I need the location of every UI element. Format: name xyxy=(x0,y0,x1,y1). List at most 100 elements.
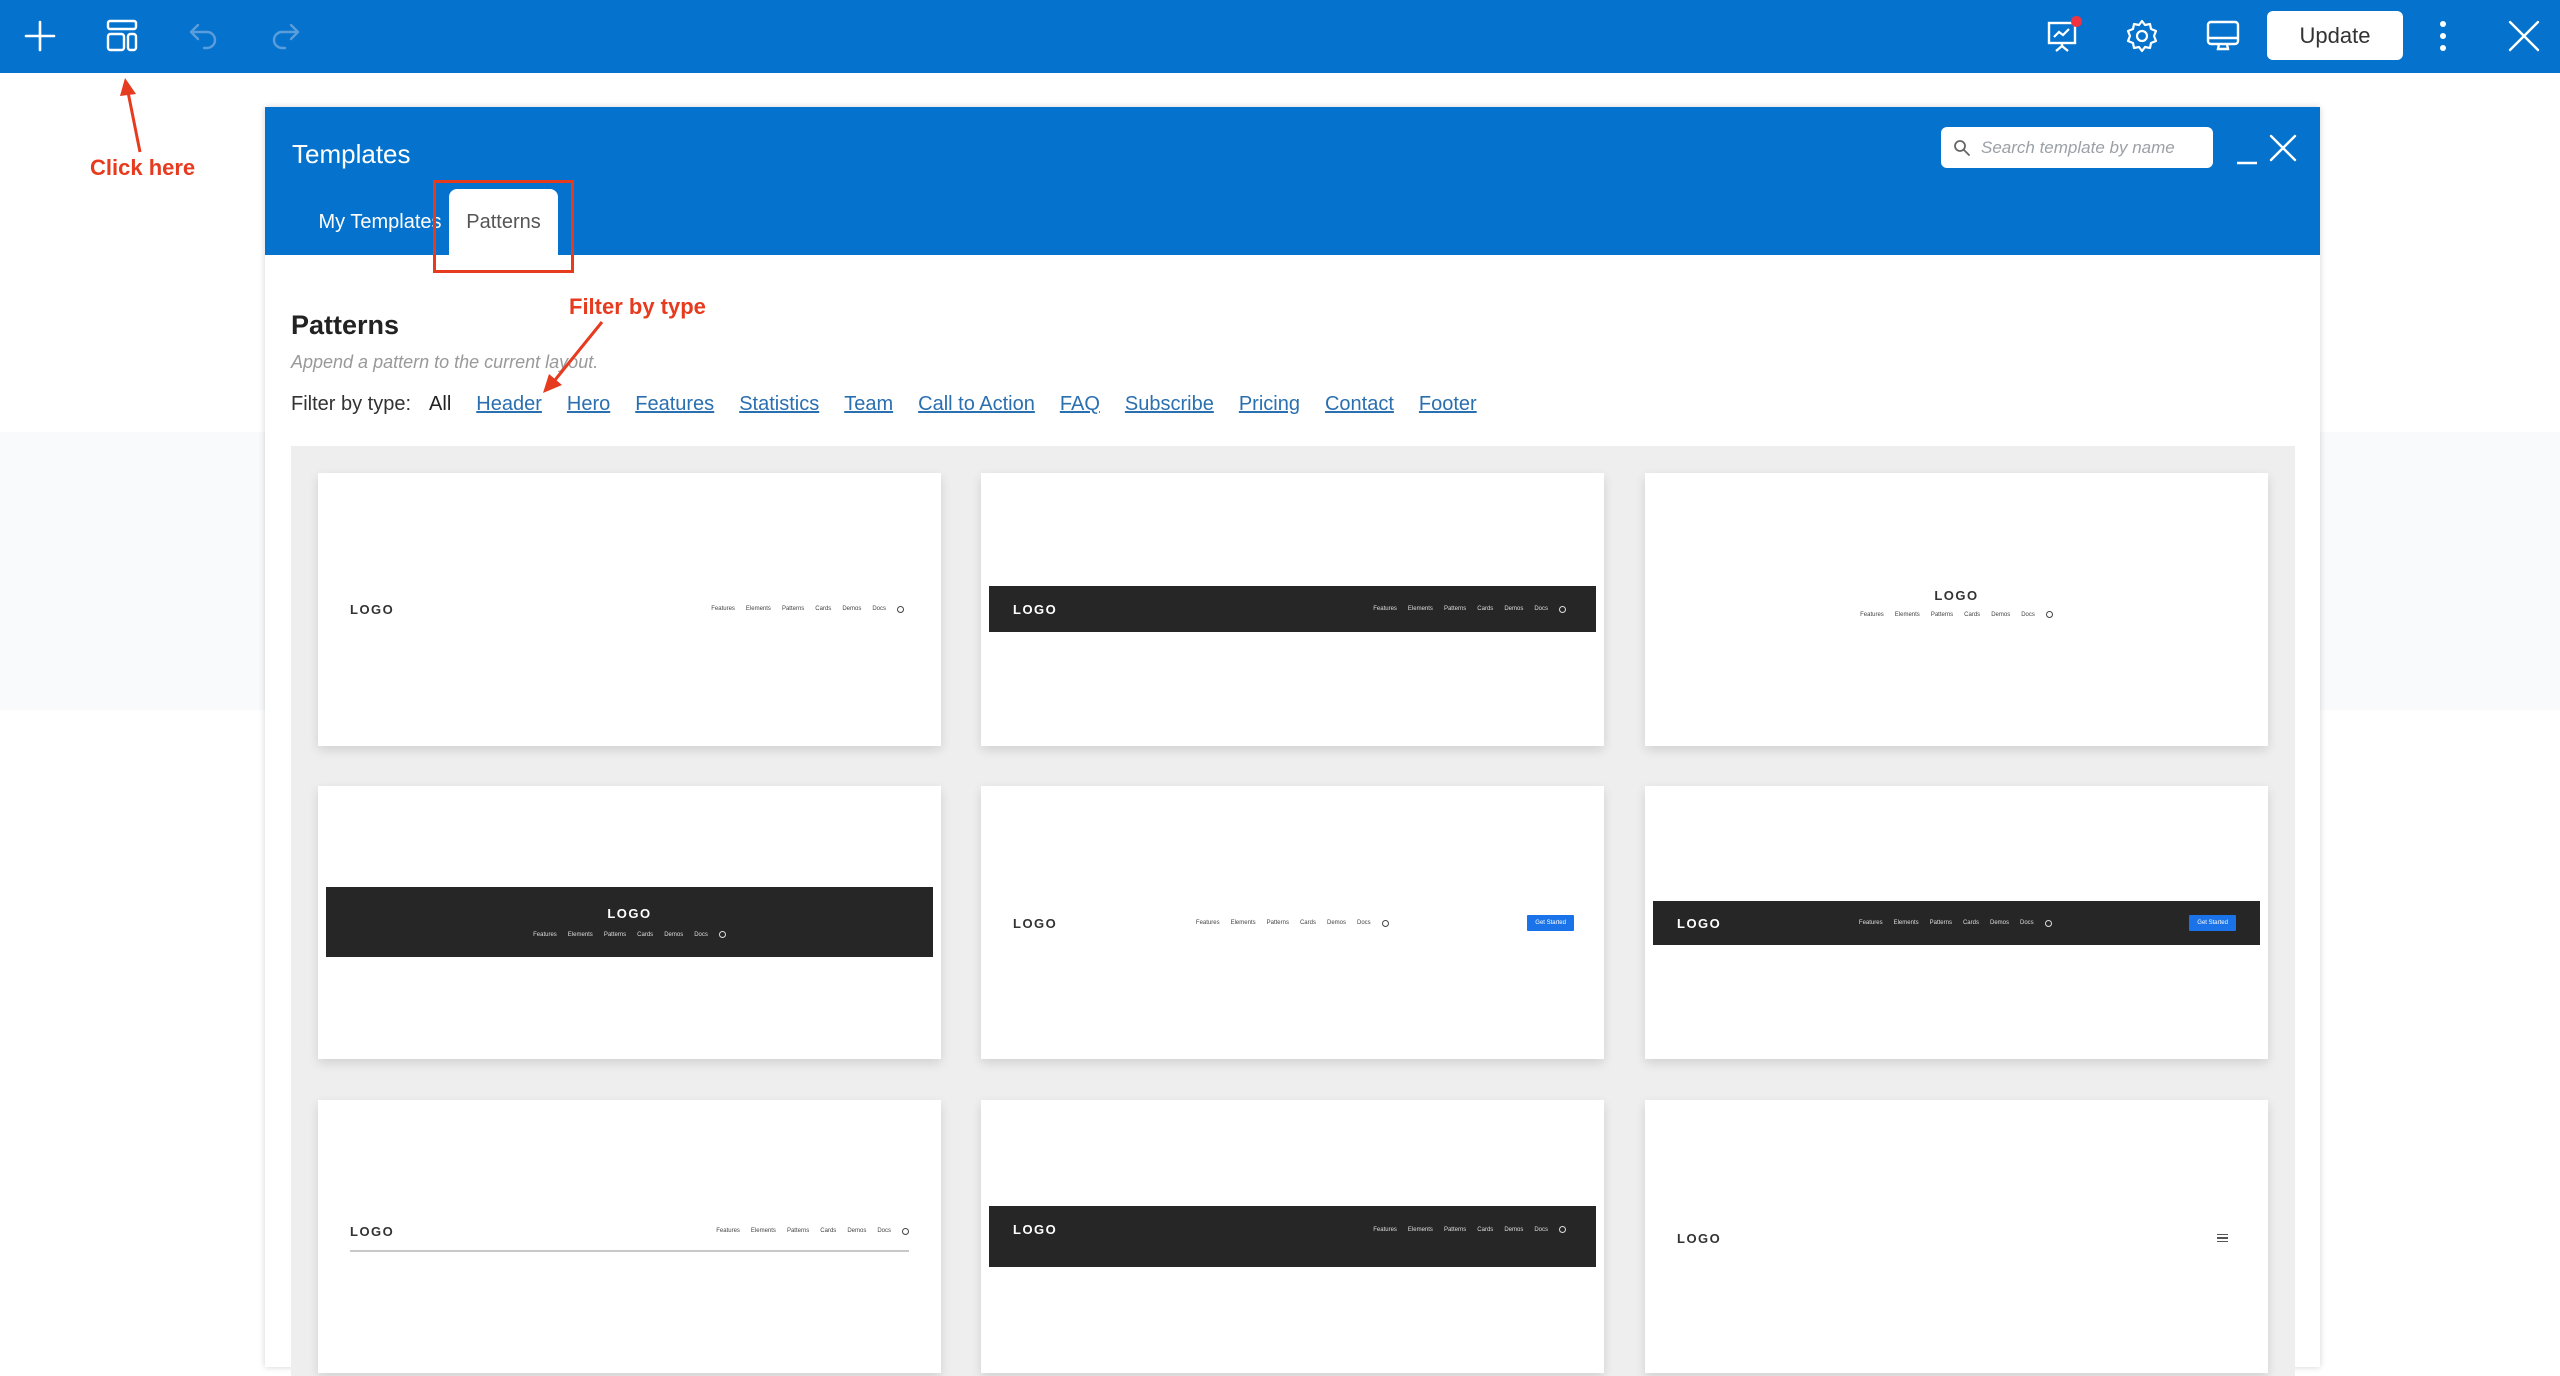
plus-icon xyxy=(24,20,56,52)
preview-logo: LOGO xyxy=(350,1223,395,1239)
filter-bar: Filter by type: All Header Hero Features… xyxy=(291,393,1502,416)
tab-my-templates[interactable]: My Templates xyxy=(295,189,465,255)
desktop-icon xyxy=(2206,20,2240,51)
filter-hero[interactable]: Hero xyxy=(567,393,610,416)
preview-search-icon xyxy=(2045,611,2053,618)
preview-nav-item: Patterns xyxy=(1443,606,1467,612)
preview-nav-item: Cards xyxy=(1964,611,1981,618)
filter-label: Filter by type: xyxy=(291,393,412,415)
preview-header-bar: LOGO Features Elements Patterns Cards Demos Do… xyxy=(989,1206,1596,1267)
preview-nav-item: Docs xyxy=(694,931,708,938)
preview-header-bar: LOGO Features Elements Patterns Cards Demos Do… xyxy=(318,593,941,625)
preview-header-bar: LOGO Features Elements Patterns Cards Demos Do… xyxy=(326,887,933,957)
filter-call-to-action[interactable]: Call to Action xyxy=(918,393,1035,416)
filter-header[interactable]: Header xyxy=(476,393,542,416)
pattern-card[interactable]: LOGO Features Elements Patterns Cards Demos Do… xyxy=(318,473,941,746)
preview-nav-item: Features xyxy=(533,931,557,938)
patterns-grid: LOGO Features Elements Patterns Cards Demos Do… xyxy=(291,446,2295,1376)
preview-logo: LOGO xyxy=(1013,601,1058,617)
pattern-card[interactable]: LOGO Features Elements Patterns Cards Demos Do… xyxy=(318,1100,941,1373)
pattern-card[interactable]: LOGO Features Elements Patterns Cards Demos Do… xyxy=(981,473,1604,746)
preview-nav-item: Elements xyxy=(1894,611,1920,618)
preview-nav-item: Elements xyxy=(745,606,771,612)
preview-logo: LOGO xyxy=(1677,1230,1722,1246)
pattern-card[interactable]: LOGO Features Elements Patterns Cards Demos Do… xyxy=(981,786,1604,1059)
preview-nav-item: Demos xyxy=(1504,1226,1524,1233)
pattern-card[interactable]: LOGO Features Elements Patterns Cards Demos Do… xyxy=(318,786,941,1059)
preview-nav-item: Cards xyxy=(1477,606,1494,612)
filter-team[interactable]: Team xyxy=(844,393,893,416)
preview-nav-item: Cards xyxy=(1962,920,1979,926)
preview-nav-item: Elements xyxy=(1407,606,1433,612)
preview-nav-item: Cards xyxy=(815,606,832,612)
preview-nav-item: Features xyxy=(1373,606,1397,612)
preview-nav: Features Elements Patterns Cards Demos Docs xyxy=(1373,1226,1566,1233)
preview-logo: LOGO xyxy=(1677,915,1722,931)
close-icon xyxy=(2508,20,2540,52)
responsive-view-button[interactable] xyxy=(2199,12,2247,60)
preview-header-bar: LOGO Features Elements Patterns Cards Demos Do… xyxy=(989,586,1596,632)
section-subtitle: Append a pattern to the current layout. xyxy=(291,352,599,372)
minimize-icon[interactable] xyxy=(2235,143,2259,167)
preview-nav-item: Demos xyxy=(1991,611,2011,618)
preview-nav-item: Patterns xyxy=(1266,920,1289,926)
preview-nav-item: Elements xyxy=(750,1228,776,1234)
tab-patterns[interactable]: Patterns xyxy=(449,189,558,255)
filter-pricing[interactable]: Pricing xyxy=(1239,393,1300,416)
preview-nav: Features Elements Patterns Cards Demos Docs xyxy=(716,1227,909,1235)
preview-header-bar: LOGO Features Elements Patterns Cards Demos Do… xyxy=(1645,573,2268,633)
preview-nav-item: Cards xyxy=(1477,1226,1494,1233)
preview-search-icon xyxy=(1559,605,1566,613)
templates-button[interactable] xyxy=(98,12,146,60)
search-template-input[interactable] xyxy=(1981,137,2201,158)
preview-nav-item: Docs xyxy=(1357,920,1371,926)
filter-contact[interactable]: Contact xyxy=(1325,393,1394,416)
filter-subscribe[interactable]: Subscribe xyxy=(1125,393,1214,416)
preview-nav-item: Cards xyxy=(820,1228,837,1234)
filter-footer[interactable]: Footer xyxy=(1419,393,1477,416)
filter-statistics[interactable]: Statistics xyxy=(739,393,819,416)
close-modal-icon[interactable] xyxy=(2268,133,2298,163)
pattern-card[interactable]: LOGO Features Elements Patterns Cards Demos Do… xyxy=(1645,473,2268,746)
present-button[interactable] xyxy=(2038,12,2086,60)
preview-nav-item: Demos xyxy=(1504,606,1524,612)
pattern-card[interactable]: LOGO Features Elements Patterns Cards Demos Do… xyxy=(981,1100,1604,1373)
undo-icon xyxy=(189,23,217,50)
close-editor-button[interactable] xyxy=(2500,12,2548,60)
more-vertical-icon xyxy=(2440,21,2446,51)
pattern-card[interactable]: LOGO Features Elements Patterns Cards Demos Do… xyxy=(1645,786,2268,1059)
filter-all[interactable]: All xyxy=(429,393,451,416)
preview-nav-item: Features xyxy=(1195,920,1220,926)
search-template-field[interactable] xyxy=(1941,127,2213,168)
redo-button[interactable] xyxy=(261,12,309,60)
preview-nav-item: Elements xyxy=(1893,920,1919,926)
preview-nav-item: Cards xyxy=(1299,920,1316,926)
preview-header-bar: LOGO xyxy=(1645,1223,2268,1253)
filter-features[interactable]: Features xyxy=(635,393,714,416)
preview-nav: Features Elements Patterns Cards Demos Docs xyxy=(1858,919,2052,927)
preview-logo: LOGO xyxy=(350,601,395,617)
preview-nav-item: Elements xyxy=(567,931,593,938)
preview-nav: Features Elements Patterns Cards Demos Docs xyxy=(1860,611,2053,618)
filter-faq[interactable]: FAQ xyxy=(1060,393,1100,416)
preview-search-icon xyxy=(718,931,726,938)
more-options-button[interactable] xyxy=(2419,12,2467,60)
preview-nav-item: Docs xyxy=(877,1228,891,1234)
preview-search-icon xyxy=(902,1227,909,1235)
add-button[interactable] xyxy=(16,12,64,60)
undo-button[interactable] xyxy=(180,12,228,60)
preview-nav: Features Elements Patterns Cards Demos Docs xyxy=(1195,919,1389,927)
settings-button[interactable] xyxy=(2118,12,2166,60)
preview-nav-item: Docs xyxy=(1534,1226,1548,1233)
preview-nav-item: Demos xyxy=(1989,920,2009,926)
preview-header-bar: LOGO Features Elements Patterns Cards Demos Do… xyxy=(981,908,1604,938)
filter-by-type-annotation: Filter by type xyxy=(569,294,706,319)
search-icon xyxy=(1954,139,1970,156)
preview-logo: LOGO xyxy=(1934,588,1979,603)
update-button[interactable]: Update xyxy=(2267,11,2403,60)
editor-toolbar: Update xyxy=(0,0,2560,73)
pattern-card[interactable]: LOGO xyxy=(1645,1100,2268,1373)
section-title: Patterns xyxy=(291,310,400,340)
preview-nav-item: Features xyxy=(1858,920,1883,926)
preview-nav: Features Elements Patterns Cards Demos Docs xyxy=(711,605,904,613)
